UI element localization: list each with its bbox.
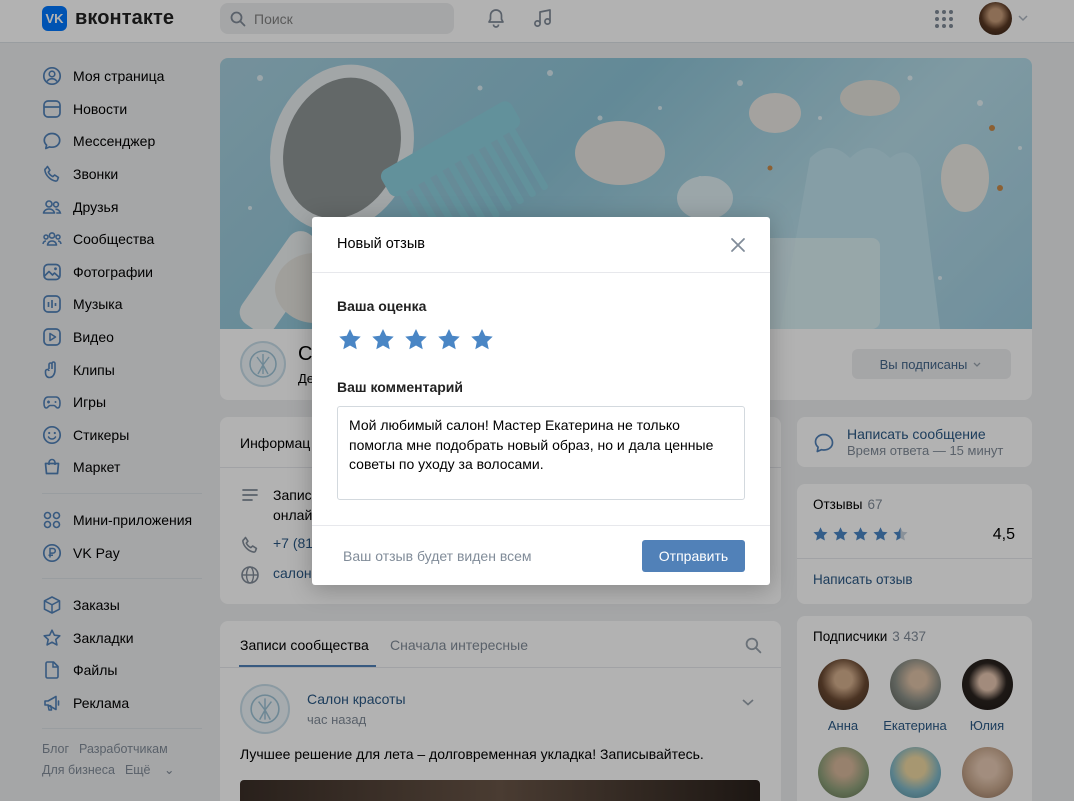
rating-star[interactable] <box>436 327 462 353</box>
rating-star[interactable] <box>469 327 495 353</box>
comment-label: Ваш комментарий <box>337 379 464 395</box>
rating-star[interactable] <box>403 327 429 353</box>
new-review-modal: Новый отзыв Ваша оценка Ваш комментарий … <box>312 217 770 585</box>
modal-title: Новый отзыв <box>337 236 425 252</box>
rating-stars <box>337 327 495 353</box>
submit-review-button[interactable]: Отправить <box>642 540 745 572</box>
divider <box>312 525 770 526</box>
close-icon[interactable] <box>730 237 746 253</box>
visibility-note: Ваш отзыв будет виден всем <box>343 548 532 564</box>
rating-label: Ваша оценка <box>337 298 427 314</box>
rating-star[interactable] <box>370 327 396 353</box>
divider <box>312 272 770 273</box>
comment-textarea[interactable]: Мой любимый салон! Мастер Екатерина не т… <box>337 406 745 500</box>
rating-star[interactable] <box>337 327 363 353</box>
